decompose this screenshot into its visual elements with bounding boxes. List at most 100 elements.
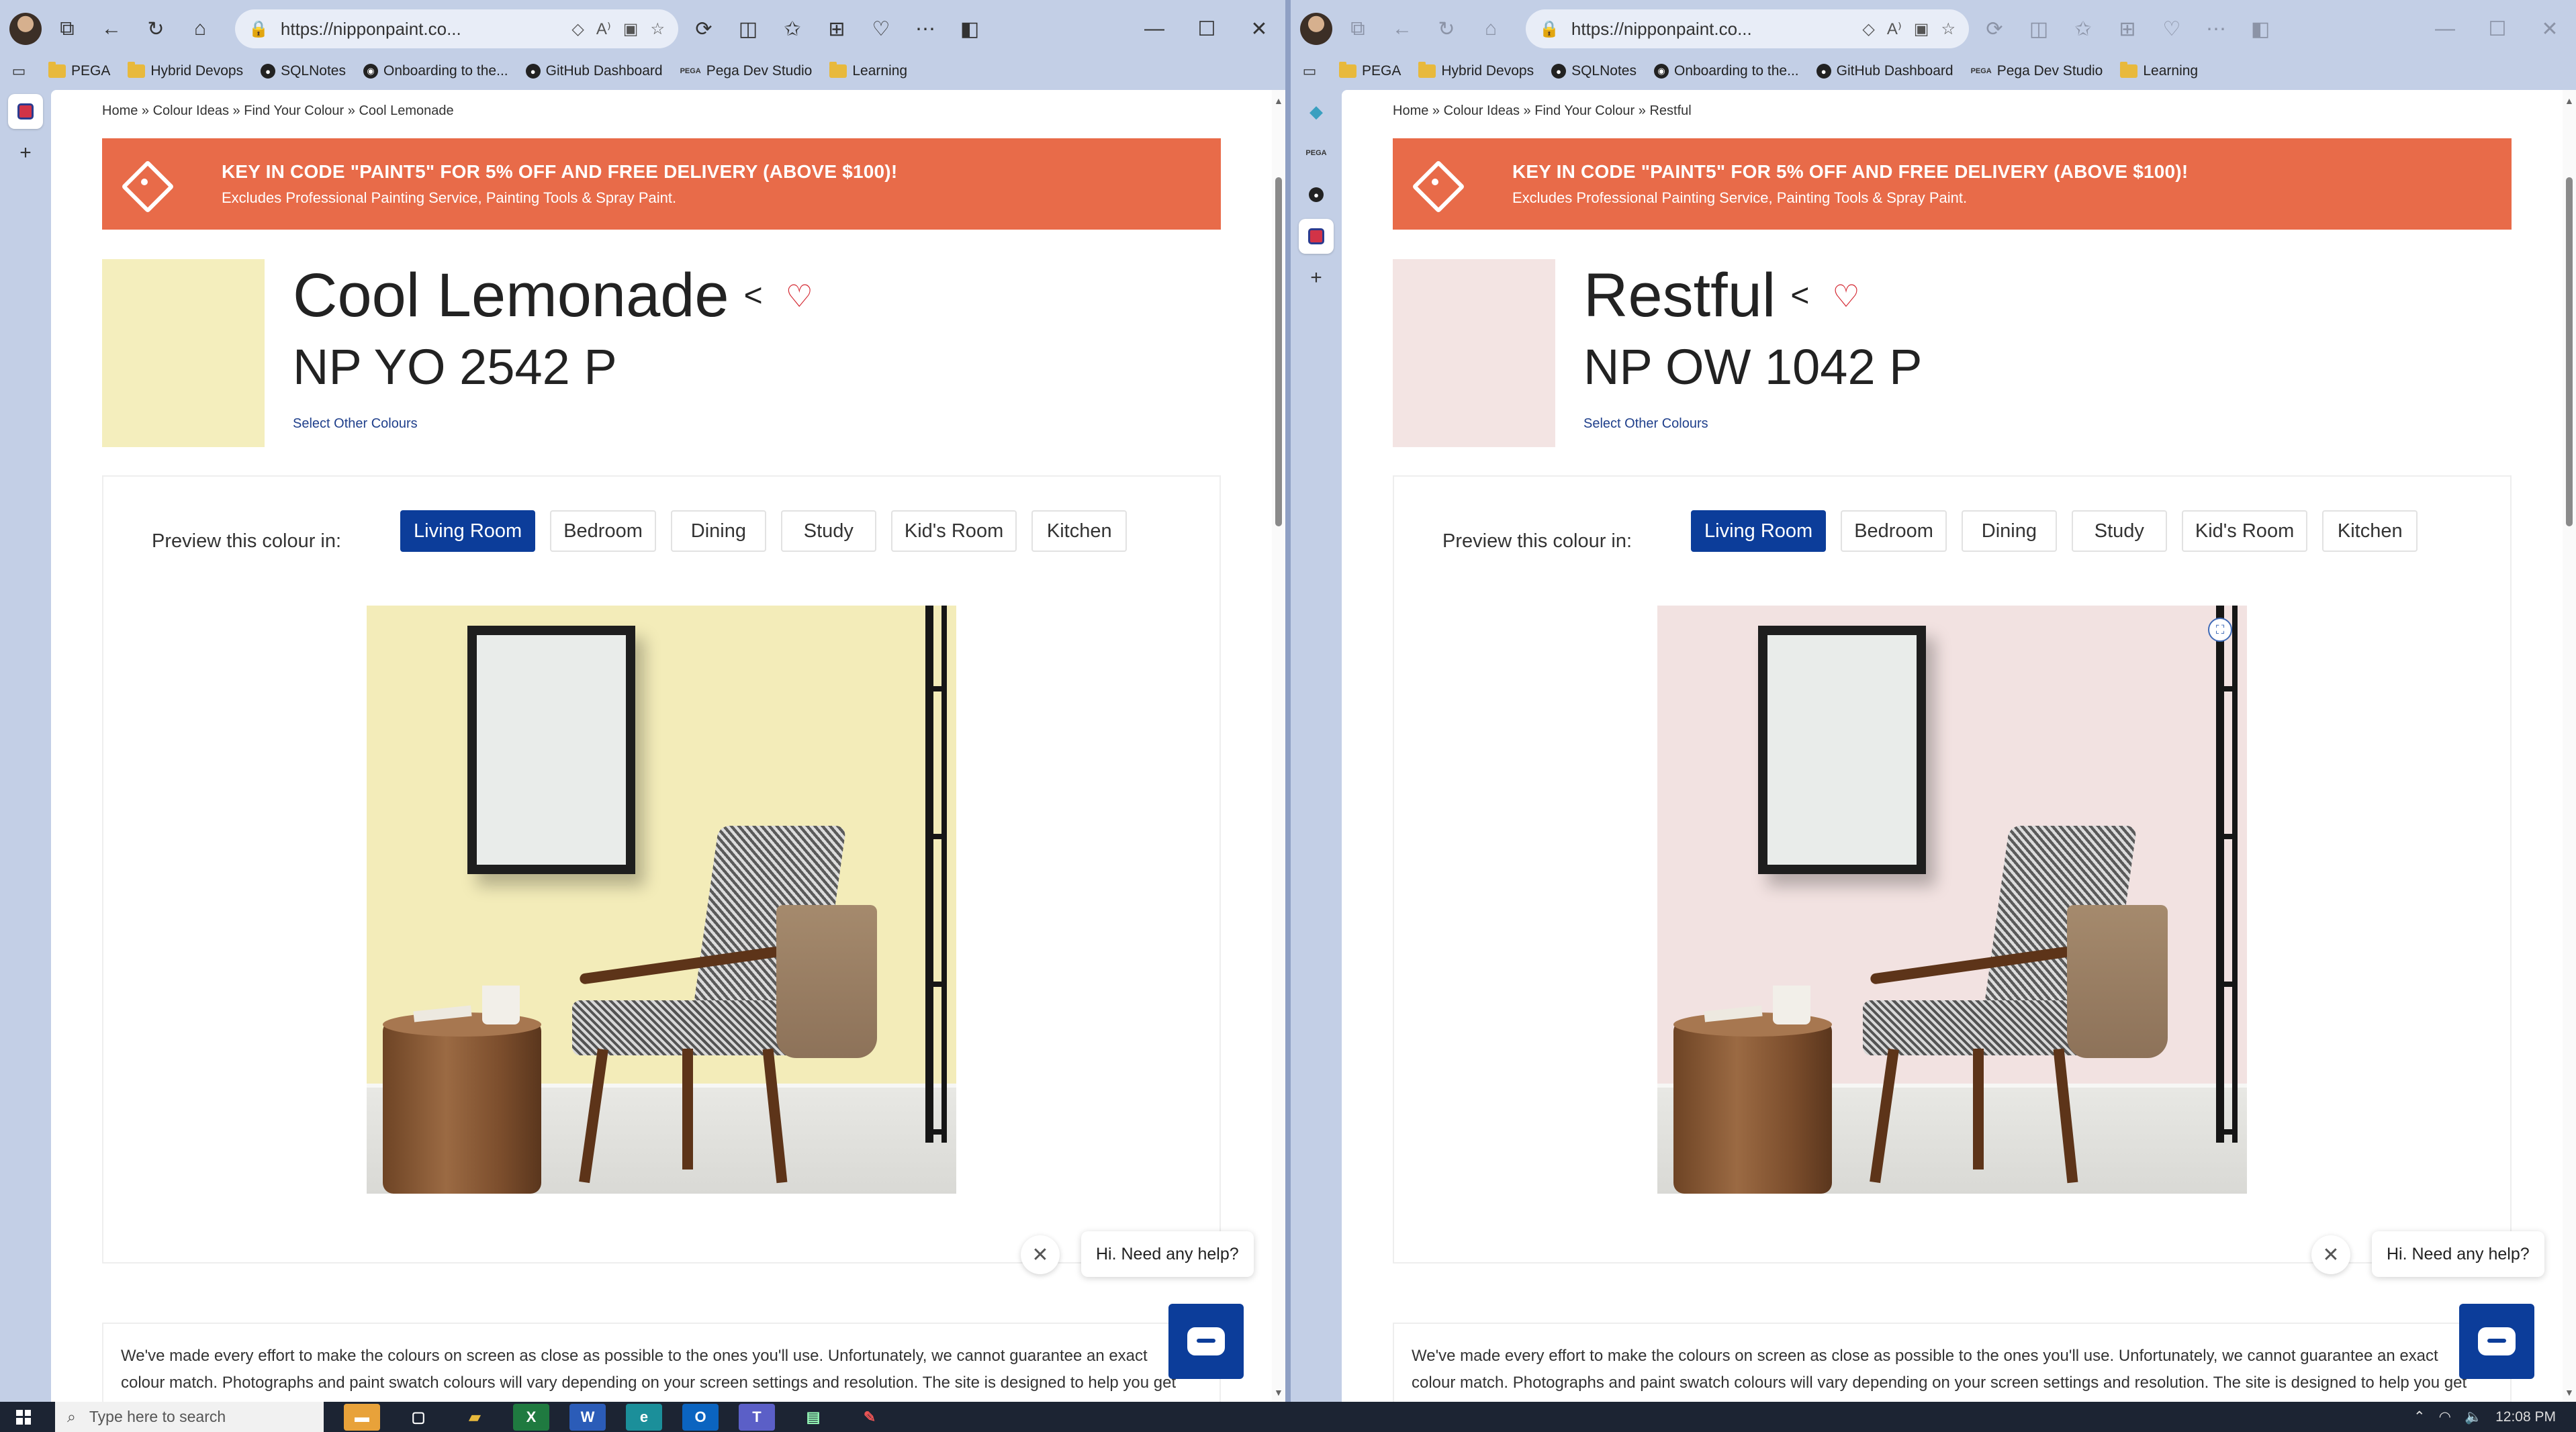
favorite-star-icon[interactable]: ☆	[650, 19, 665, 39]
share-icon[interactable]: <	[1790, 277, 1809, 314]
excel-icon[interactable]: X	[513, 1403, 549, 1431]
edge-icon[interactable]: e	[626, 1403, 662, 1431]
app-icon[interactable]: ▤	[795, 1404, 831, 1431]
tab-bedroom[interactable]: Bedroom	[550, 510, 656, 552]
address-bar[interactable]: 🔒 https://nipponpaint.co... ◇ A⁾ ▣ ☆	[235, 9, 678, 48]
more-icon[interactable]: ⋯	[907, 10, 944, 48]
collections-icon[interactable]: ⊞	[818, 10, 856, 48]
tab-living-room[interactable]: Living Room	[400, 510, 536, 552]
profile-avatar[interactable]	[9, 13, 42, 45]
window-divider[interactable]	[1285, 0, 1291, 1402]
favorite-hybrid-devops[interactable]: Hybrid Devops	[1418, 62, 1534, 79]
visual-search-icon[interactable]: ⛶	[2208, 618, 2232, 642]
split-screen-icon[interactable]: ◫	[729, 10, 767, 48]
tab-kids-room[interactable]: Kid's Room	[890, 510, 1017, 552]
chat-close-button[interactable]: ✕	[1021, 1235, 1060, 1274]
immersive-reader-icon[interactable]: ▣	[623, 19, 639, 39]
word-icon[interactable]: W	[569, 1403, 606, 1431]
favorite-github-dashboard[interactable]: ● GitHub Dashboard	[525, 63, 663, 79]
sidebar-toggle-icon[interactable]: ◧	[2242, 10, 2279, 48]
tab-dining[interactable]: Dining	[670, 510, 766, 552]
chat-prompt[interactable]: Hi. Need any help?	[1081, 1231, 1254, 1277]
performance-icon[interactable]: ♡	[862, 10, 900, 48]
outlook-icon[interactable]: O	[682, 1403, 719, 1431]
tab-kitchen[interactable]: Kitchen	[1031, 510, 1128, 552]
favorite-sqlnotes[interactable]: ● SQLNotes	[1551, 63, 1637, 79]
network-icon[interactable]: ◠	[2439, 1409, 2451, 1425]
tab-github-icon[interactable]: ●	[1299, 177, 1334, 212]
tab-kids-room[interactable]: Kid's Room	[2181, 510, 2308, 552]
tab-favicon-icon[interactable]: ◆	[1299, 94, 1334, 129]
home-icon[interactable]: ⌂	[181, 10, 219, 48]
favorite-hybrid-devops[interactable]: Hybrid Devops	[128, 62, 243, 79]
workspaces-icon[interactable]: ⧉	[48, 10, 86, 48]
new-tab-icon[interactable]: +	[1299, 260, 1334, 295]
sidebar-toggle-icon[interactable]: ◧	[951, 10, 988, 48]
extensions-icon[interactable]: ⟳	[1976, 10, 2013, 48]
tracking-icon[interactable]: ◇	[571, 19, 584, 39]
active-tab-icon[interactable]	[8, 94, 43, 129]
extensions-icon[interactable]: ⟳	[685, 10, 723, 48]
share-icon[interactable]: <	[744, 277, 763, 314]
tab-study[interactable]: Study	[2071, 510, 2167, 552]
page-scrollbar[interactable]: ▲ ▼	[1272, 90, 1285, 1402]
favorites-icon[interactable]: ✩	[774, 10, 811, 48]
favorite-onboarding[interactable]: ◉ Onboarding to the...	[1653, 63, 1799, 79]
new-tab-icon[interactable]: +	[8, 136, 43, 171]
minimize-icon[interactable]: —	[1128, 0, 1181, 58]
select-other-colours-link[interactable]: Select Other Colours	[1583, 416, 1708, 432]
heart-icon[interactable]: ♡	[786, 278, 813, 314]
favorite-pega[interactable]: PEGA	[48, 62, 110, 79]
maximize-icon[interactable]: ☐	[2471, 0, 2524, 58]
immersive-reader-icon[interactable]: ▣	[1914, 19, 1929, 39]
tab-living-room[interactable]: Living Room	[1691, 510, 1827, 552]
clock[interactable]: 12:08 PM	[2495, 1409, 2556, 1425]
tab-pega-icon[interactable]: PEGA	[1299, 136, 1334, 171]
chat-launcher-button[interactable]	[2459, 1304, 2534, 1379]
favorite-pega-dev-studio[interactable]: PEGA Pega Dev Studio	[680, 63, 813, 79]
address-bar[interactable]: 🔒 https://nipponpaint.co... ◇ A⁾ ▣ ☆	[1526, 9, 1969, 48]
chat-prompt[interactable]: Hi. Need any help?	[2372, 1231, 2544, 1277]
read-aloud-icon[interactable]: A⁾	[596, 19, 611, 39]
maximize-icon[interactable]: ☐	[1181, 0, 1233, 58]
close-icon[interactable]: ✕	[1233, 0, 1285, 58]
favorite-learning[interactable]: Learning	[829, 62, 907, 79]
chat-launcher-button[interactable]	[1168, 1304, 1244, 1379]
read-aloud-icon[interactable]: A⁾	[1887, 19, 1902, 39]
chat-close-button[interactable]: ✕	[2311, 1235, 2350, 1274]
breadcrumb[interactable]: Home » Colour Ideas » Find Your Colour »…	[1393, 103, 1692, 119]
address-url[interactable]: https://nipponpaint.co...	[281, 19, 560, 40]
close-icon[interactable]: ✕	[2524, 0, 2576, 58]
page-scrollbar[interactable]: ▲ ▼	[2563, 90, 2576, 1402]
favorite-github-dashboard[interactable]: ● GitHub Dashboard	[1816, 63, 1953, 79]
address-url[interactable]: https://nipponpaint.co...	[1571, 19, 1851, 40]
refresh-icon[interactable]: ↻	[137, 10, 175, 48]
teams-icon[interactable]: T	[739, 1403, 775, 1431]
favorite-learning[interactable]: Learning	[2120, 62, 2198, 79]
tab-study[interactable]: Study	[780, 510, 876, 552]
tab-kitchen[interactable]: Kitchen	[2322, 510, 2418, 552]
tab-dining[interactable]: Dining	[1961, 510, 2057, 552]
favorite-pega-dev-studio[interactable]: PEGA Pega Dev Studio	[1971, 63, 2103, 79]
active-tab-icon[interactable]	[1299, 219, 1334, 254]
widget-icon[interactable]: ▬	[344, 1403, 380, 1431]
split-screen-icon[interactable]: ◫	[2020, 10, 2058, 48]
breadcrumb[interactable]: Home » Colour Ideas » Find Your Colour »…	[102, 103, 454, 119]
favorite-onboarding[interactable]: ◉ Onboarding to the...	[363, 63, 508, 79]
favorite-sqlnotes[interactable]: ● SQLNotes	[261, 63, 346, 79]
profile-avatar[interactable]	[1300, 13, 1332, 45]
favorites-icon[interactable]: ✩	[2064, 10, 2102, 48]
select-other-colours-link[interactable]: Select Other Colours	[293, 416, 418, 432]
performance-icon[interactable]: ♡	[2153, 10, 2191, 48]
tab-actions-icon[interactable]: ▭	[1297, 59, 1322, 83]
more-icon[interactable]: ⋯	[2197, 10, 2235, 48]
favorite-pega[interactable]: PEGA	[1339, 62, 1401, 79]
refresh-icon[interactable]: ↻	[1428, 10, 1465, 48]
windows-start-icon[interactable]	[16, 1409, 31, 1425]
home-icon[interactable]: ⌂	[1472, 10, 1510, 48]
back-icon[interactable]: ←	[1383, 10, 1421, 48]
tracking-icon[interactable]: ◇	[1862, 19, 1874, 39]
tab-bedroom[interactable]: Bedroom	[1841, 510, 1947, 552]
heart-icon[interactable]: ♡	[1832, 278, 1859, 314]
file-explorer-icon[interactable]: ▰	[457, 1404, 493, 1431]
